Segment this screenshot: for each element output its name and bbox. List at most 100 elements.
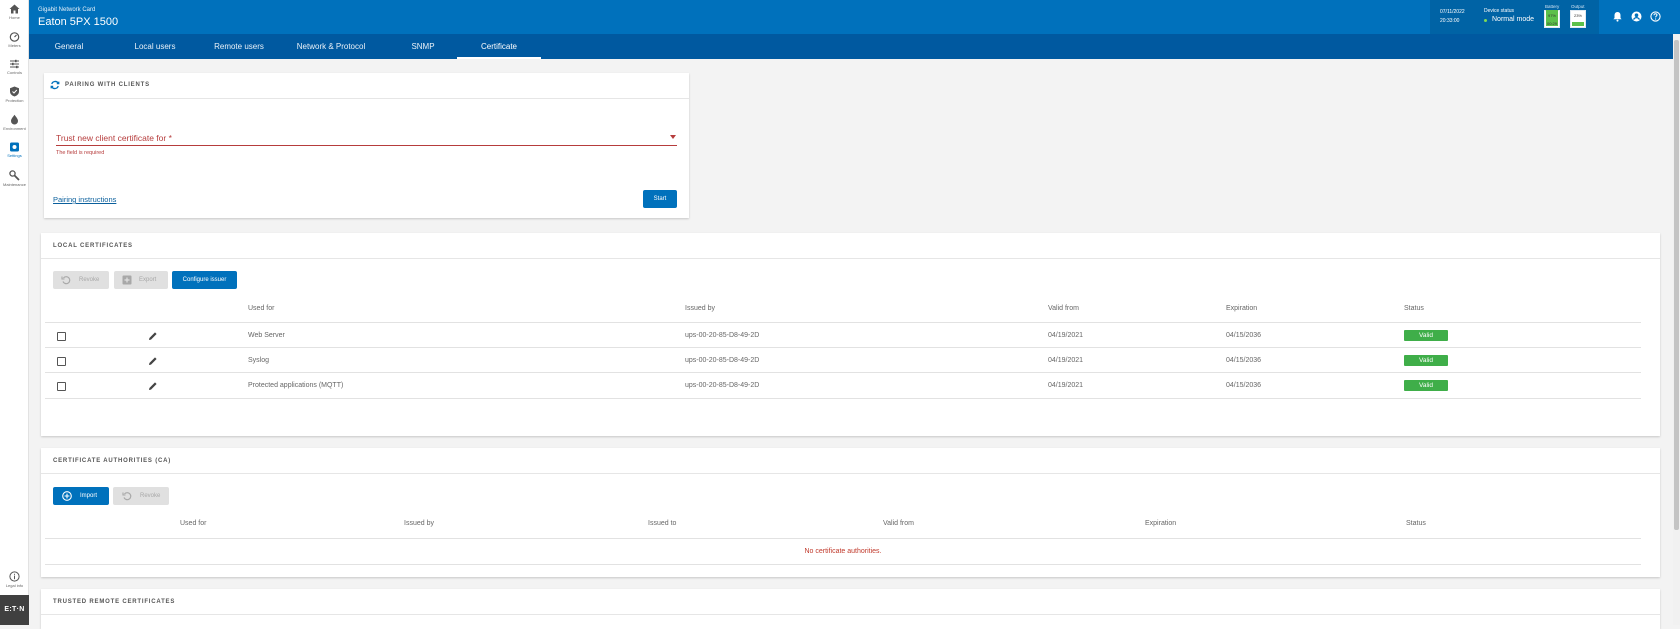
- alarm-bell-icon[interactable]: [1612, 11, 1623, 22]
- export-label: Export: [139, 277, 157, 283]
- sidebar-item-home[interactable]: Home: [0, 4, 29, 20]
- cell-used-for: Protected applications (MQTT): [248, 382, 344, 389]
- field-error-message: The field is required: [56, 150, 105, 156]
- top-bar: Gigabit Network Card Eaton 5PX 1500 07/1…: [29, 0, 1680, 34]
- sidebar-item-label: Meters: [8, 43, 21, 48]
- device-status-label: Device status: [1484, 8, 1515, 14]
- cell-expiration: 04/15/2036: [1226, 357, 1262, 364]
- row-checkbox[interactable]: [57, 332, 66, 341]
- page-scrollbar[interactable]: [1673, 34, 1680, 625]
- product-subtitle: Gigabit Network Card: [38, 7, 96, 13]
- edit-pencil-icon[interactable]: [148, 381, 158, 391]
- table-divider: [45, 538, 1641, 539]
- certificate-authorities-title: CERTIFICATE AUTHORITIES (CA): [53, 458, 172, 464]
- undo-icon: [61, 276, 71, 285]
- tab-local-users[interactable]: Local users: [113, 34, 197, 59]
- pairing-card: PAIRING WITH CLIENTS Trust new client ce…: [44, 73, 689, 218]
- tab-remote-users[interactable]: Remote users: [197, 34, 281, 59]
- edit-pencil-icon[interactable]: [148, 331, 158, 341]
- column-header-used-for[interactable]: Used for: [248, 305, 274, 312]
- pairing-instructions-link[interactable]: Pairing instructions: [53, 195, 116, 204]
- shield-icon: [10, 86, 19, 97]
- settings-tab-bar: General Local users Remote users Network…: [29, 34, 1680, 59]
- gauge-icon: [9, 32, 20, 42]
- settings-icon: [10, 142, 19, 152]
- sidebar-item-environment[interactable]: Environment: [0, 114, 29, 131]
- sidebar-item-meters[interactable]: Meters: [0, 32, 29, 48]
- export-button[interactable]: Export: [114, 271, 168, 289]
- battery-time: 00:29: [1546, 21, 1557, 26]
- import-button[interactable]: Import: [53, 487, 109, 505]
- column-header-issued-by[interactable]: Issued by: [685, 305, 715, 312]
- sidebar: Home Meters Controls Protection Environm…: [0, 0, 29, 625]
- trusted-remote-certificates-card: TRUSTED REMOTE CERTIFICATES: [41, 589, 1660, 629]
- battery-label: Battery: [1545, 4, 1560, 9]
- account-icon[interactable]: [1631, 11, 1642, 22]
- status-badge: Valid: [1404, 380, 1448, 391]
- chevron-down-icon[interactable]: [670, 135, 676, 139]
- column-header-valid-from[interactable]: Valid from: [883, 520, 914, 527]
- device-status-value: Normal mode: [1492, 16, 1535, 23]
- cell-expiration: 04/15/2036: [1226, 382, 1262, 389]
- sidebar-item-controls[interactable]: Controls: [0, 59, 29, 75]
- device-status-panel[interactable]: 07/11/2022 20:33:00 Device status Normal…: [1430, 0, 1599, 34]
- row-divider: [45, 347, 1641, 348]
- sidebar-item-label: Protection: [5, 98, 24, 103]
- column-header-status[interactable]: Status: [1404, 305, 1424, 312]
- revoke-label: Revoke: [79, 277, 100, 283]
- row-divider: [45, 398, 1641, 399]
- local-certificates-card: LOCAL CERTIFICATES Revoke Export Configu…: [41, 233, 1660, 436]
- revoke-button[interactable]: Revoke: [53, 271, 109, 289]
- sync-icon: [50, 80, 60, 90]
- cell-expiration: 04/15/2036: [1226, 332, 1262, 339]
- column-header-valid-from[interactable]: Valid from: [1048, 305, 1079, 312]
- row-checkbox[interactable]: [57, 357, 66, 366]
- local-certificates-title: LOCAL CERTIFICATES: [53, 243, 133, 249]
- cell-used-for: Web Server: [248, 332, 285, 339]
- sidebar-item-settings[interactable]: Settings: [0, 142, 29, 158]
- card-divider: [41, 258, 1660, 259]
- start-button[interactable]: Start: [643, 190, 677, 208]
- column-header-issued-to[interactable]: Issued to: [648, 520, 676, 527]
- column-header-expiration[interactable]: Expiration: [1145, 520, 1176, 527]
- current-time: 20:33:00: [1440, 18, 1460, 24]
- column-header-issued-by[interactable]: Issued by: [404, 520, 434, 527]
- edit-pencil-icon[interactable]: [148, 356, 158, 366]
- cell-valid-from: 04/19/2021: [1048, 332, 1084, 339]
- tab-certificate[interactable]: Certificate: [457, 34, 541, 59]
- ca-revoke-button[interactable]: Revoke: [113, 487, 169, 505]
- cell-valid-from: 04/19/2021: [1048, 357, 1084, 364]
- sidebar-item-legal-info[interactable]: Legal info: [0, 571, 29, 588]
- sidebar-item-protection[interactable]: Protection: [0, 86, 29, 103]
- output-fill: [1572, 22, 1584, 26]
- scrollbar-thumb[interactable]: [1674, 40, 1679, 530]
- help-icon[interactable]: [1650, 11, 1661, 22]
- eaton-logo: E:T·N: [0, 595, 29, 625]
- wrench-icon: [9, 170, 20, 181]
- configure-issuer-button[interactable]: Configure issuer: [172, 271, 237, 289]
- cell-issued-by: ups-00-20-85-D8-49-2D: [685, 332, 760, 339]
- sidebar-item-maintenance[interactable]: Maintenance: [0, 170, 29, 187]
- sliders-icon: [10, 59, 19, 69]
- output-gauge: 23%: [1570, 10, 1586, 28]
- cell-valid-from: 04/19/2021: [1048, 382, 1084, 389]
- battery-percent: 97%: [1547, 13, 1556, 18]
- column-header-expiration[interactable]: Expiration: [1226, 305, 1257, 312]
- trust-certificate-select[interactable]: Trust new client certificate for *: [56, 133, 172, 143]
- tab-network-protocol[interactable]: Network & Protocol: [281, 34, 381, 59]
- row-divider: [45, 564, 1641, 565]
- sidebar-item-label: Home: [9, 15, 20, 20]
- column-header-used-for[interactable]: Used for: [180, 520, 206, 527]
- tab-snmp[interactable]: SNMP: [381, 34, 465, 59]
- pairing-title: PAIRING WITH CLIENTS: [65, 82, 150, 88]
- column-header-status[interactable]: Status: [1406, 520, 1426, 527]
- sidebar-item-label: Controls: [7, 70, 22, 75]
- sidebar-item-label: Maintenance: [3, 182, 26, 187]
- status-badge: Valid: [1404, 330, 1448, 341]
- certificate-authorities-card: CERTIFICATE AUTHORITIES (CA) Import Revo…: [41, 448, 1660, 577]
- row-divider: [45, 372, 1641, 373]
- sidebar-item-label: Environment: [3, 126, 26, 131]
- row-checkbox[interactable]: [57, 382, 66, 391]
- tab-general[interactable]: General: [29, 34, 109, 59]
- status-badge: Valid: [1404, 355, 1448, 366]
